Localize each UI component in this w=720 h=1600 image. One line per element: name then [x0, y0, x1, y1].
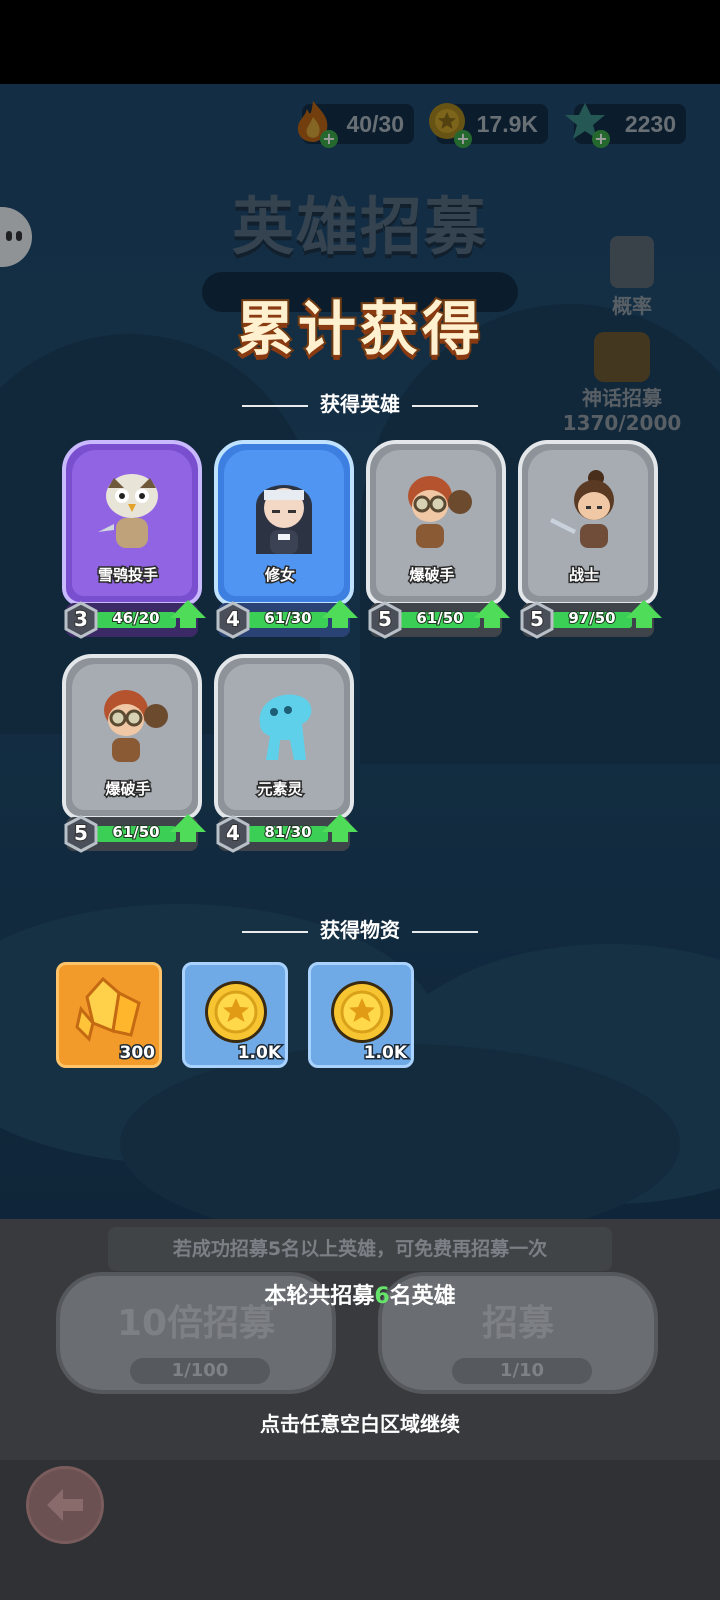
- item-card[interactable]: 300: [56, 962, 162, 1068]
- hero-level-badge: 5: [520, 601, 554, 639]
- ten-recruit-key-count: 1/100: [130, 1358, 270, 1384]
- round-summary-suffix: 名英雄: [389, 1284, 456, 1309]
- item-quantity: 1.0K: [362, 1042, 408, 1065]
- hero-progress-bar: 81/30 4: [216, 814, 358, 853]
- header-decoration-right: [412, 930, 478, 933]
- heroes-header-text: 获得英雄: [320, 392, 400, 416]
- bomber-portrait: [408, 476, 472, 548]
- back-arrow-icon: [47, 1489, 83, 1521]
- coin-icon: [205, 981, 267, 1043]
- hero-progress-bar: 46/20 3: [64, 600, 206, 639]
- hero-level: 5: [377, 606, 393, 632]
- hero-progress-bar: 97/50 5: [520, 600, 662, 639]
- hero-card[interactable]: 元素灵 81/30 4: [214, 654, 358, 854]
- hero-progress-count: 97/50: [567, 608, 616, 628]
- item-quantity: 1.0K: [236, 1042, 282, 1065]
- hero-card[interactable]: 爆破手 61/50 5: [62, 654, 206, 854]
- hero-level-badge: 4: [216, 815, 250, 853]
- upgrade-arrow-icon: [170, 600, 206, 628]
- result-title: 累计获得: [234, 293, 484, 365]
- hero-card[interactable]: 修女 61/30 4: [214, 440, 358, 640]
- crystal-shard-icon: [75, 976, 141, 1042]
- upgrade-arrow-icon: [170, 814, 206, 842]
- hero-level-badge: 3: [64, 601, 98, 639]
- hero-name: 战士: [567, 565, 600, 586]
- status-bar: [0, 0, 720, 84]
- free-recruit-note: 若成功招募5名以上英雄，可免费再招募一次: [108, 1227, 612, 1271]
- hero-name: 雪鸮投手: [96, 565, 159, 586]
- bomber-portrait: [104, 690, 168, 762]
- hero-level: 5: [73, 820, 89, 846]
- hero-level-badge: 4: [216, 601, 250, 639]
- header-decoration-left: [242, 404, 308, 407]
- hero-level-badge: 5: [368, 601, 402, 639]
- round-summary-prefix: 本轮共招募: [264, 1284, 375, 1309]
- header-decoration-left: [242, 930, 308, 933]
- hero-progress-count: 61/50: [415, 608, 464, 628]
- item-card[interactable]: 1.0K: [182, 962, 288, 1068]
- hero-name: 爆破手: [408, 565, 456, 586]
- recruit-key-count: 1/10: [452, 1358, 592, 1384]
- upgrade-arrow-icon: [322, 814, 358, 842]
- items-header-text: 获得物资: [320, 918, 400, 942]
- item-quantity: 300: [118, 1042, 156, 1065]
- owl-thrower-portrait: [98, 474, 158, 548]
- hero-name: 修女: [263, 565, 296, 586]
- upgrade-arrow-icon: [322, 600, 358, 628]
- hero-progress-bar: 61/50 5: [64, 814, 206, 853]
- hero-progress-bar: 61/50 5: [368, 600, 510, 639]
- warrior-portrait: [550, 470, 614, 548]
- round-summary-count: 6: [374, 1284, 390, 1309]
- back-button[interactable]: [26, 1466, 104, 1544]
- items-section-header: 获得物资: [0, 914, 720, 943]
- elemental-portrait: [259, 694, 312, 760]
- item-card[interactable]: 1.0K: [308, 962, 414, 1068]
- round-summary: 本轮共招募6名英雄: [0, 1278, 720, 1310]
- heroes-section-header: 获得英雄: [0, 388, 720, 417]
- hero-level: 4: [225, 820, 241, 846]
- hero-card[interactable]: 雪鸮投手 46/20 3: [62, 440, 206, 640]
- hero-progress-count: 61/30: [263, 608, 312, 628]
- hero-name: 爆破手: [104, 779, 152, 800]
- hero-progress-count: 61/50: [111, 822, 160, 842]
- hero-progress-count: 46/20: [111, 608, 160, 628]
- hero-card[interactable]: 爆破手 61/50 5: [366, 440, 510, 640]
- upgrade-arrow-icon: [626, 600, 662, 628]
- hero-name: 元素灵: [256, 779, 304, 800]
- upgrade-arrow-icon: [474, 600, 510, 628]
- hero-level-badge: 5: [64, 815, 98, 853]
- hero-level: 4: [225, 606, 241, 632]
- hero-card[interactable]: 战士 97/50 5: [518, 440, 662, 640]
- coin-icon: [331, 981, 393, 1043]
- tap-to-continue: 点击任意空白区域继续: [260, 1412, 460, 1436]
- nun-portrait: [256, 485, 312, 554]
- hero-level: 5: [529, 606, 545, 632]
- header-decoration-right: [412, 404, 478, 407]
- hero-progress-count: 81/30: [263, 822, 312, 842]
- hero-level: 3: [73, 606, 89, 632]
- hero-progress-bar: 61/30 4: [216, 600, 358, 639]
